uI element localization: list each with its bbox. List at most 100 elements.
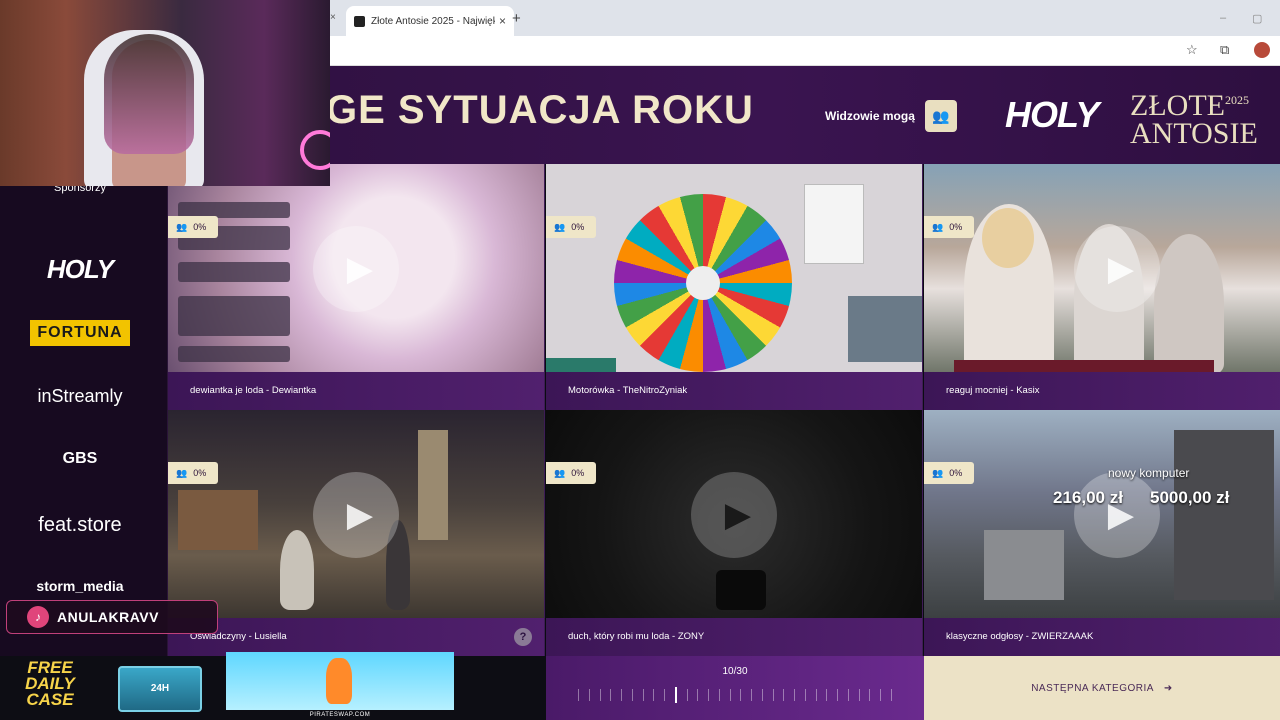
arrow-right-icon: ➜ <box>1163 682 1173 694</box>
pager-tick[interactable] <box>664 689 665 701</box>
pager-tick[interactable] <box>740 689 742 701</box>
nominee-card[interactable]: 👥 0% ▶ duch, który robi mu loda - ZONY <box>546 410 923 656</box>
new-tab-button[interactable]: + <box>512 10 521 27</box>
viewers-can-vote[interactable]: Widzowie mogą 👥 <box>825 100 957 132</box>
pager-tick[interactable] <box>772 689 774 701</box>
vote-badge: 👥 0% <box>924 216 974 238</box>
play-button[interactable]: ▶ <box>313 226 399 312</box>
category-pager: 10/30 <box>546 656 924 720</box>
pager-tick[interactable] <box>751 689 752 701</box>
browser-tab-active[interactable]: Złote Antosie 2025 - Największ × <box>346 6 514 36</box>
person <box>1154 234 1224 372</box>
pager-tick[interactable] <box>837 689 838 701</box>
video-thumbnail[interactable]: 👥 0% ▶ <box>546 410 922 618</box>
zlote-antosie-logo: ZŁOTE2025 ANTOSIE <box>1130 86 1258 149</box>
ad-banner[interactable]: FREE DAILY CASE 24H PIRATESWAP.COM <box>0 652 546 720</box>
sponsor-storm-media[interactable]: storm_media <box>0 578 160 594</box>
video-thumbnail[interactable]: 👥 0% <box>546 164 922 372</box>
video-thumbnail[interactable]: 👥 0% ▶ <box>168 410 544 618</box>
vote-badge: 👥 0% <box>168 216 218 238</box>
pager-tick[interactable] <box>815 689 817 701</box>
pager-tick[interactable] <box>588 689 590 701</box>
person <box>280 530 314 610</box>
tab-close-icon[interactable]: × <box>499 14 506 28</box>
pager-tick[interactable] <box>686 689 688 701</box>
pager-tick[interactable] <box>794 689 795 701</box>
pager-tick[interactable] <box>847 689 849 701</box>
pager-tick[interactable] <box>697 689 699 701</box>
pager-tick[interactable] <box>631 689 633 701</box>
pager-tick[interactable] <box>578 689 579 701</box>
mc-block <box>984 530 1064 600</box>
sponsor-gbs[interactable]: GBS <box>0 450 160 468</box>
sponsor-holy[interactable]: HOLY <box>0 254 160 285</box>
pager-tick[interactable] <box>621 689 622 701</box>
holy-logo: HOLY <box>1005 94 1099 135</box>
viewers-label: Widzowie mogą <box>825 109 915 123</box>
mc-overlay-price1: 216,00 zł <box>1053 488 1123 507</box>
pager-tick[interactable] <box>869 689 871 701</box>
sponsor-fortuna[interactable]: FORTUNA <box>30 320 130 346</box>
play-button[interactable]: ▶ <box>1074 472 1160 558</box>
pager-tick[interactable] <box>674 687 677 703</box>
card-title: Motorówka - TheNitroZyniak <box>546 372 922 410</box>
sponsor-feat-store[interactable]: feat.store <box>0 514 160 537</box>
pager-tick[interactable] <box>718 689 720 701</box>
ad-mascot <box>326 658 352 704</box>
profile-avatar[interactable] <box>1254 42 1270 58</box>
pager-tick[interactable] <box>826 689 828 701</box>
video-thumbnail[interactable]: 👥 0% ▶ <box>924 410 1280 618</box>
play-button[interactable]: ▶ <box>313 472 399 558</box>
ring-light <box>300 130 330 170</box>
users-icon: 👥 <box>924 100 957 132</box>
help-icon[interactable]: ? <box>514 628 532 646</box>
bookmark-star-icon[interactable]: ☆ <box>1186 42 1198 58</box>
chat-bubble <box>178 262 290 282</box>
side-panel <box>804 184 864 264</box>
play-button[interactable]: ▶ <box>691 472 777 558</box>
video-thumbnail[interactable]: 👥 0% ▶ <box>168 164 544 372</box>
minimize-button[interactable]: – <box>1220 12 1226 24</box>
pager-tick[interactable] <box>761 689 763 701</box>
next-category-button[interactable]: NASTĘPNA KATEGORIA ➜ <box>924 656 1280 720</box>
streamer-webcam <box>0 0 330 186</box>
tiktok-name: ANULAKRAVV <box>57 609 159 625</box>
nominee-card[interactable]: 👥 0% ▶ Oświadczyny - Lusiella ? <box>168 410 545 656</box>
vote-percent: 0% <box>949 222 963 232</box>
pager-tick[interactable] <box>599 689 601 701</box>
pager-tick[interactable] <box>708 689 709 701</box>
mc-wall <box>1174 430 1274 600</box>
pager-tick[interactable] <box>610 689 612 701</box>
tab-title: Złote Antosie 2025 - Największ <box>371 15 495 27</box>
pager-tick[interactable] <box>804 689 806 701</box>
nominee-card[interactable]: 👥 0% ▶ dewiantka je loda - Dewiantka <box>168 164 545 410</box>
vote-percent: 0% <box>193 468 207 478</box>
vote-percent: 0% <box>571 222 585 232</box>
pager-tick[interactable] <box>783 689 785 701</box>
card-title: Oświadczyny - Lusiella <box>168 618 544 656</box>
mc-overlay-title: nowy komputer <box>1108 466 1190 480</box>
vote-percent: 0% <box>571 468 585 478</box>
pager-tick[interactable] <box>890 689 892 701</box>
ad-crate: 24H <box>118 666 202 712</box>
maximize-button[interactable]: ▢ <box>1252 12 1262 25</box>
nominee-card[interactable]: 👥 0% Motorówka - TheNitroZyniak <box>546 164 923 410</box>
nominee-card[interactable]: 👥 0% ▶ reaguj mocniej - Kasix <box>924 164 1280 410</box>
video-thumbnail[interactable]: 👥 0% ▶ <box>924 164 1280 372</box>
ad-case-text: FREE DAILY CASE <box>25 658 75 709</box>
pager-tick[interactable] <box>653 689 655 701</box>
extensions-icon[interactable]: ⧉ <box>1220 42 1229 58</box>
card-title: dewiantka je loda - Dewiantka <box>168 372 544 410</box>
sponsor-instreamly[interactable]: inStreamly <box>0 386 160 407</box>
pager-tick[interactable] <box>642 689 644 701</box>
pager-tick[interactable] <box>858 689 860 701</box>
overlay-bar <box>546 358 616 372</box>
users-icon: 👥 <box>932 221 944 232</box>
wheel-hub <box>686 266 720 300</box>
play-button[interactable]: ▶ <box>1074 226 1160 312</box>
nominee-card[interactable]: 👥 0% ▶ klasyczne odgłosy - ZWIERZAAAK <box>924 410 1280 656</box>
prev-tab-close-icon[interactable]: × <box>330 12 336 23</box>
pager-tick[interactable] <box>729 689 731 701</box>
pager-tick[interactable] <box>880 689 881 701</box>
pager-ticks[interactable] <box>578 687 892 703</box>
